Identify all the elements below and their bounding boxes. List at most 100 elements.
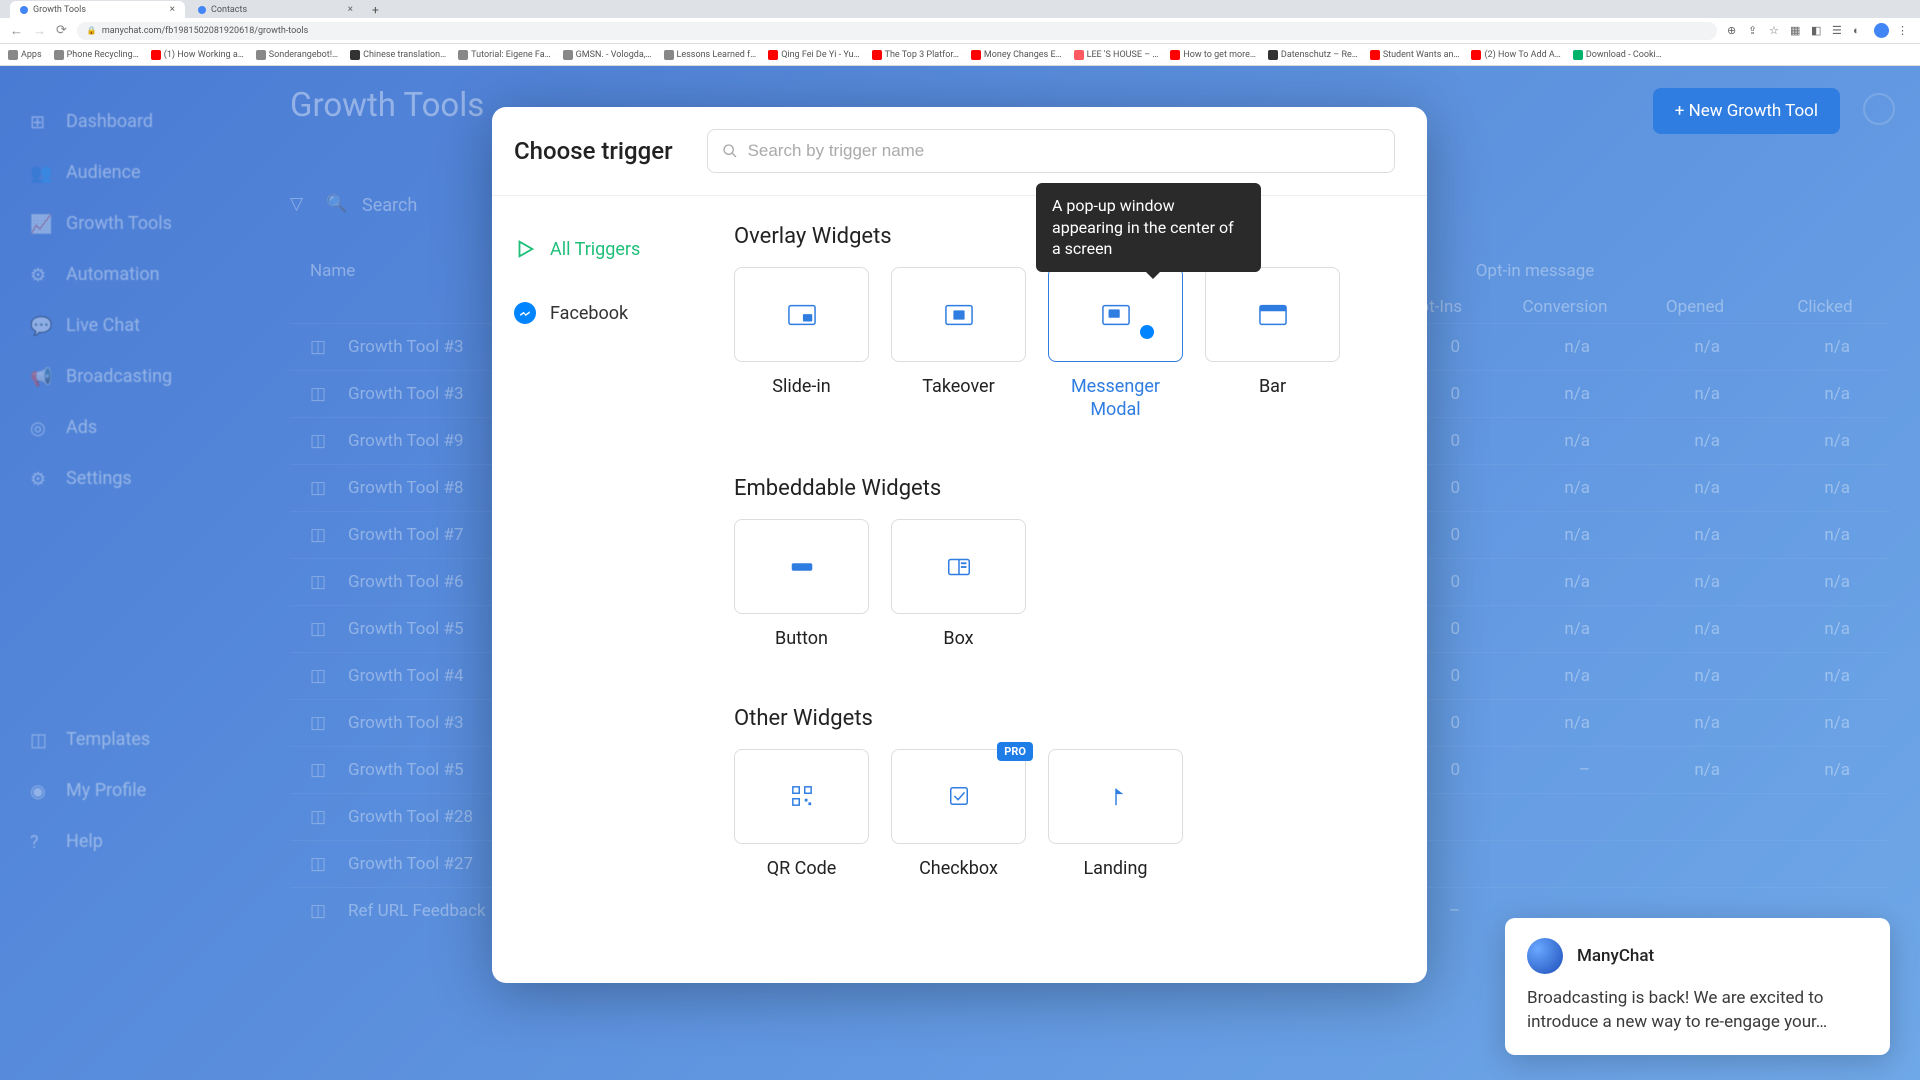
sidebar-item[interactable]: ⊞Dashboard (0, 96, 250, 147)
bookmark-item[interactable]: Download - Cooki… (1573, 50, 1662, 60)
slide-in-icon (788, 304, 816, 326)
tab-favicon (198, 6, 206, 14)
extension-icon[interactable]: ◧ (1811, 24, 1824, 37)
browser-toolbar: ← → ⟳ 🔒 manychat.com/fb198150208192061​8… (0, 18, 1920, 44)
menu-icon[interactable]: ⋮ (1897, 24, 1910, 37)
sidebar-item[interactable]: 👥Audience (0, 147, 250, 198)
extension-icon[interactable]: ◐ (1853, 24, 1866, 37)
messenger-modal-icon (1102, 304, 1130, 326)
bookmark-item[interactable]: Money Changes E… (971, 50, 1062, 60)
toast-avatar (1527, 938, 1563, 974)
search-icon[interactable]: 🔍 (326, 194, 348, 216)
share-icon[interactable]: ⇪ (1748, 24, 1761, 37)
tab-title: Contacts (211, 5, 247, 15)
sidebar-item[interactable]: ⚙Settings (0, 453, 250, 504)
bookmark-item[interactable]: The Top 3 Platfor… (872, 50, 959, 60)
star-icon[interactable]: ☆ (1769, 24, 1782, 37)
reload-button[interactable]: ⟳ (56, 23, 67, 38)
bookmark-apps[interactable]: Apps (8, 50, 42, 60)
trigger-all[interactable]: All Triggers (492, 226, 728, 272)
bookmark-item[interactable]: Tutorial: Eigene Fa… (458, 50, 550, 60)
toast-message: Broadcasting is back! We are excited to … (1527, 986, 1868, 1035)
widget-box[interactable]: Box (891, 519, 1026, 651)
toolbar-actions: ⊕ ⇪ ☆ ▦ ◧ ☰ ◐ ⋮ (1727, 23, 1910, 38)
trigger-type-sidebar: All Triggers Facebook (492, 196, 728, 983)
bookmark-item[interactable]: Sonderangebot!… (256, 50, 338, 60)
subcol-conversion: Conversion (1500, 297, 1630, 317)
bookmark-item[interactable]: Lessons Learned f… (664, 50, 757, 60)
sidebar-item[interactable]: 📢Broadcasting (0, 351, 250, 402)
bookmark-item[interactable]: LEE 'S HOUSE – … (1074, 50, 1159, 60)
bookmark-item[interactable]: (2) How To Add A… (1471, 50, 1560, 60)
bookmark-item[interactable]: Phone Recycling… (54, 50, 139, 60)
extension-icon[interactable]: ▦ (1790, 24, 1803, 37)
subcol-opened: Opened (1630, 297, 1760, 317)
browser-tab[interactable]: Contacts × (188, 1, 363, 18)
sidebar-item[interactable]: 💬Live Chat (0, 300, 250, 351)
back-button[interactable]: ← (10, 23, 23, 39)
landing-icon (1102, 785, 1130, 807)
browser-tab-strip: Growth Tools × Contacts × + (0, 0, 1920, 18)
sidebar-item-templates[interactable]: ◫Templates (0, 714, 250, 765)
checkbox-icon (945, 785, 973, 807)
widget-messenger-modal[interactable]: Messenger Modal (1048, 267, 1183, 421)
table-toolbar: ▽ 🔍 Search (290, 194, 417, 216)
settings-gear-icon[interactable] (1863, 93, 1895, 125)
modal-title: Choose trigger (514, 137, 673, 165)
extension-icon[interactable]: ☰ (1832, 24, 1845, 37)
filter-icon[interactable]: ▽ (290, 194, 312, 216)
bookmark-item[interactable]: GMSN. - Vologda,… (563, 50, 652, 60)
widget-bar[interactable]: Bar (1205, 267, 1340, 421)
search-label: Search (362, 195, 417, 216)
widget-takeover[interactable]: Takeover (891, 267, 1026, 421)
box-icon (945, 556, 973, 578)
bookmark-item[interactable]: Datenschutz – Re… (1268, 50, 1358, 60)
sidebar-item[interactable]: 📈Growth Tools (0, 198, 250, 249)
messenger-icon (514, 302, 536, 324)
toast-sender: ManyChat (1577, 946, 1654, 966)
sidebar-item-profile[interactable]: ◉My Profile (0, 765, 250, 816)
widget-area: Overlay Widgets Slide-in Takeover (728, 196, 1427, 983)
address-bar[interactable]: 🔒 manychat.com/fb198150208192061​8/growt… (77, 22, 1717, 40)
section-other-title: Other Widgets (734, 706, 1397, 731)
widget-tooltip: A pop-up window appearing in the center … (1036, 183, 1261, 272)
notification-toast[interactable]: ManyChat Broadcasting is back! We are ex… (1505, 918, 1890, 1055)
pro-badge: PRO (997, 742, 1033, 761)
widget-button[interactable]: Button (734, 519, 869, 651)
browser-tab-active[interactable]: Growth Tools × (10, 1, 185, 18)
bookmark-item[interactable]: Chinese translation… (350, 50, 446, 60)
trigger-search-input[interactable] (707, 129, 1395, 173)
widget-checkbox[interactable]: PRO Checkbox (891, 749, 1026, 881)
widget-landing[interactable]: Landing (1048, 749, 1183, 881)
widget-qr-code[interactable]: QR Code (734, 749, 869, 881)
sidebar-item[interactable]: ◎Ads (0, 402, 250, 453)
new-tab-button[interactable]: + (372, 3, 379, 17)
widget-slide-in[interactable]: Slide-in (734, 267, 869, 421)
play-icon (514, 238, 536, 260)
close-icon[interactable]: × (348, 4, 353, 15)
new-growth-tool-button[interactable]: + New Growth Tool (1653, 88, 1840, 134)
choose-trigger-modal: Choose trigger All Triggers Facebook Ove… (492, 107, 1427, 983)
bookmark-item[interactable]: How to get more… (1170, 50, 1256, 60)
section-embeddable-title: Embeddable Widgets (734, 476, 1397, 501)
takeover-icon (945, 304, 973, 326)
bar-icon (1259, 304, 1287, 326)
bookmark-item[interactable]: (1) How Working a… (151, 50, 244, 60)
subcol-clicked: Clicked (1760, 297, 1890, 317)
qr-icon (788, 785, 816, 807)
bookmark-item[interactable]: Student Wants an… (1370, 50, 1460, 60)
bookmark-item[interactable]: Qing Fei De Yi - Yu… (768, 50, 859, 60)
zoom-icon[interactable]: ⊕ (1727, 24, 1740, 37)
trigger-facebook[interactable]: Facebook (492, 290, 728, 336)
search-field[interactable] (748, 141, 1380, 161)
messenger-badge-icon (1140, 325, 1154, 339)
profile-avatar[interactable] (1874, 23, 1889, 38)
sidebar-item[interactable]: ⚙Automation (0, 249, 250, 300)
sidebar-item-help[interactable]: ?Help (0, 816, 250, 867)
url-text: manychat.com/fb198150208192061​8/growth-… (102, 26, 308, 36)
close-icon[interactable]: × (170, 4, 175, 15)
page-title: Growth Tools (290, 86, 484, 125)
tab-title: Growth Tools (33, 5, 86, 15)
forward-button: → (33, 23, 46, 39)
lock-icon: 🔒 (87, 26, 97, 35)
